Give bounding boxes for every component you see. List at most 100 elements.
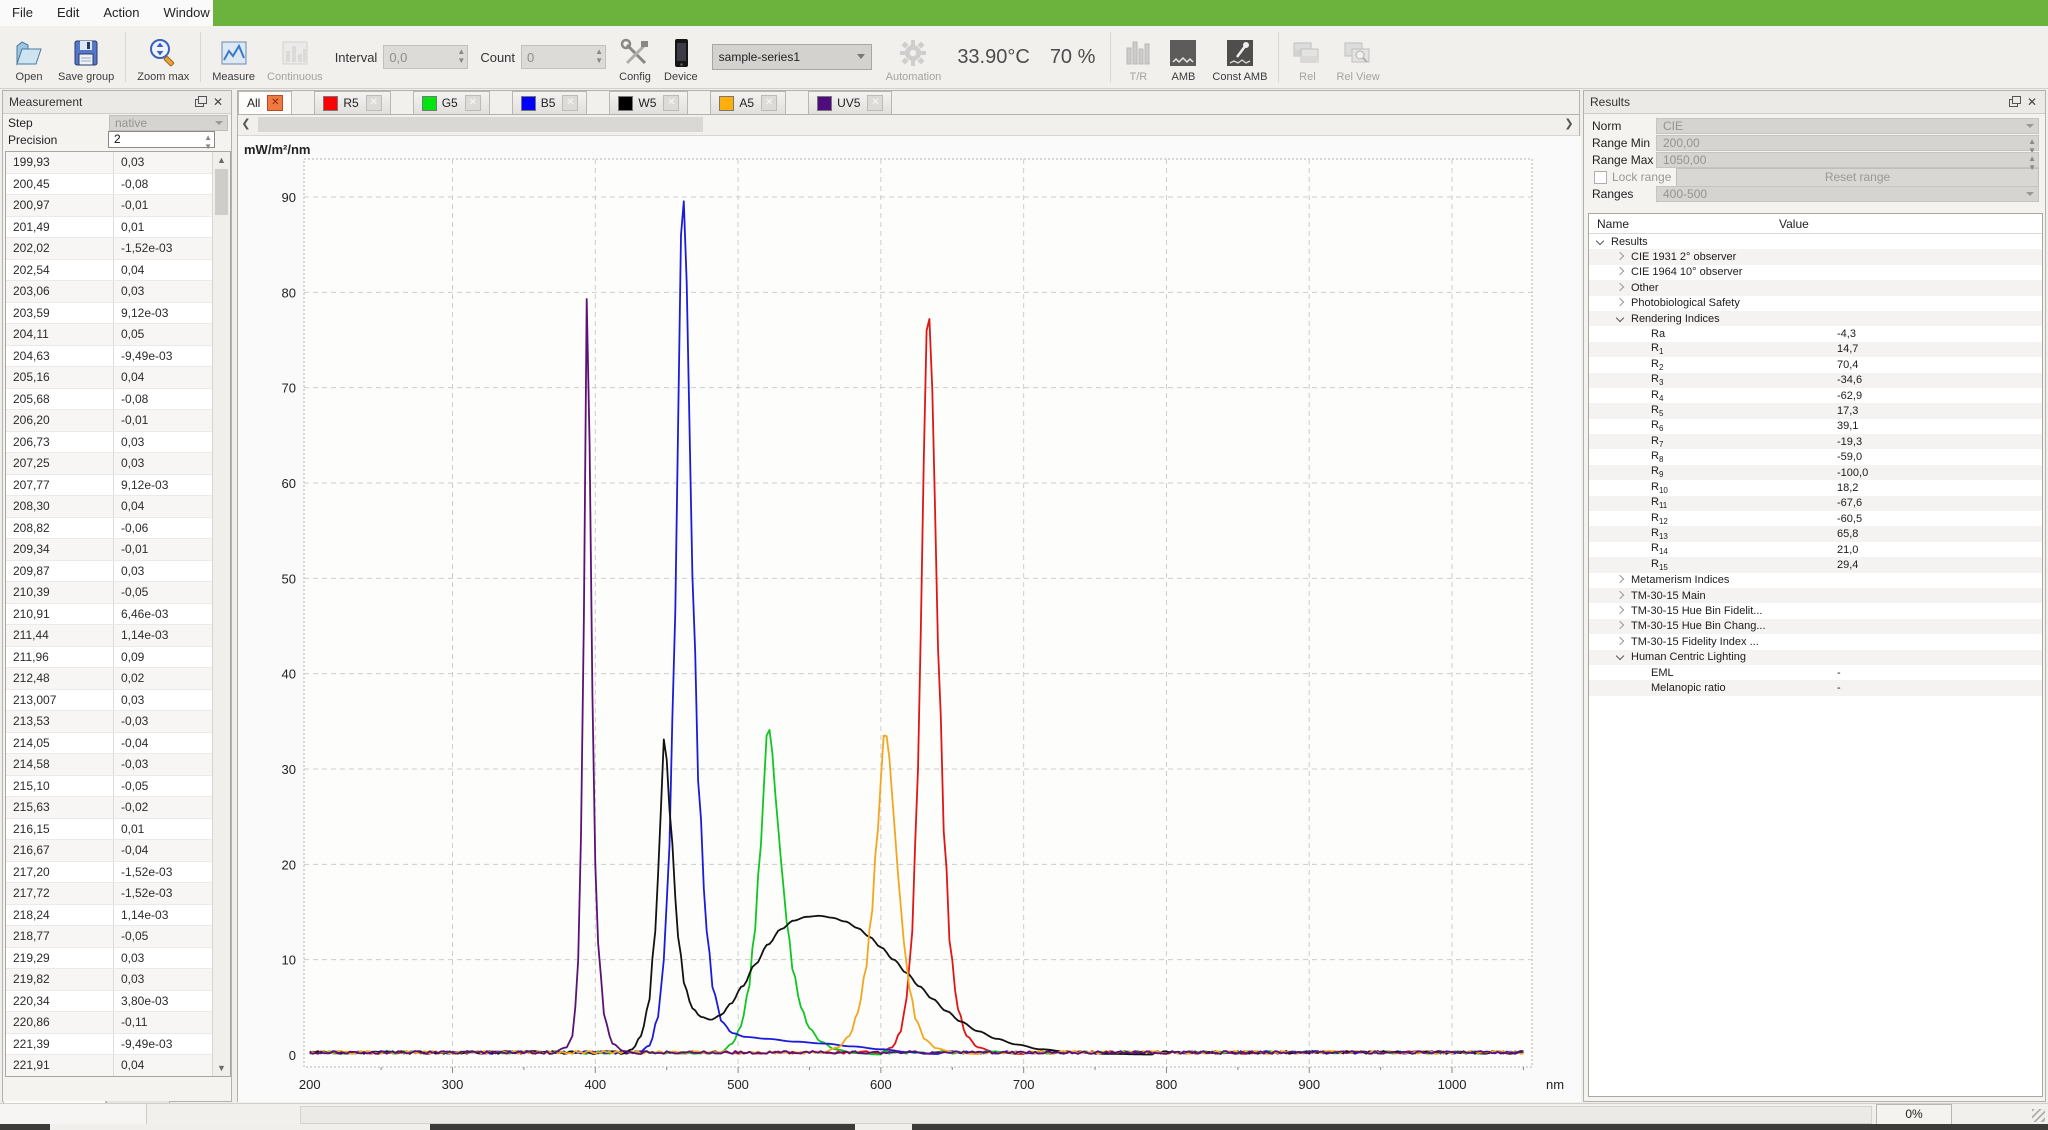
table-row[interactable]: 204,110,05 (6, 324, 230, 346)
table-row[interactable]: 209,870,03 (6, 561, 230, 583)
spinner-arrows-icon[interactable]: ▲▼ (2028, 154, 2036, 172)
tree-group-row[interactable]: CIE 1931 2° observer (1589, 249, 2042, 264)
menu-item-window[interactable]: Window (152, 0, 222, 20)
chevron-right-icon[interactable] (1615, 267, 1625, 277)
range-min-input[interactable]: 200,00▲▼ (1656, 135, 2039, 151)
close-icon[interactable]: ✕ (562, 95, 578, 111)
tree-leaf-row[interactable]: R3-34,6 (1589, 373, 2042, 388)
tree-leaf-row[interactable]: R8-59,0 (1589, 449, 2042, 464)
table-row[interactable]: 202,02-1,52e-03 (6, 238, 230, 260)
series-tab-g5[interactable]: G5✕ (413, 91, 490, 114)
close-icon[interactable]: ✕ (465, 95, 481, 111)
tree-leaf-row[interactable]: Ra-4,3 (1589, 326, 2042, 341)
tree-leaf-row[interactable]: R12-60,5 (1589, 511, 2042, 526)
tree-leaf-row[interactable]: R114,7 (1589, 342, 2042, 357)
table-row[interactable]: 211,441,14e-03 (6, 625, 230, 647)
spectrum-chart[interactable]: mW/m²/nm01020304050607080902003004005006… (238, 136, 1581, 1102)
close-icon[interactable]: ✕ (267, 95, 283, 111)
close-icon[interactable]: ✕ (366, 95, 382, 111)
tree-group-row[interactable]: TM-30-15 Hue Bin Chang... (1589, 619, 2042, 634)
tabstrip-scroll-thumb[interactable] (258, 117, 703, 132)
table-row[interactable]: 220,343,80e-03 (6, 991, 230, 1013)
tree-leaf-row[interactable]: R7-19,3 (1589, 434, 2042, 449)
table-row[interactable]: 206,20-0,01 (6, 410, 230, 432)
table-row[interactable]: 221,910,04 (6, 1055, 230, 1077)
measurement-scrollbar[interactable]: ▲ ▼ (212, 152, 230, 1076)
spinner-arrows-icon[interactable]: ▲▼ (457, 47, 465, 65)
table-row[interactable]: 214,05-0,04 (6, 733, 230, 755)
tree-leaf-row[interactable]: R517,3 (1589, 403, 2042, 418)
scroll-down-icon[interactable]: ▼ (213, 1060, 230, 1076)
tree-leaf-row[interactable]: Melanopic ratio- (1589, 680, 2042, 695)
table-row[interactable]: 221,39-9,49e-03 (6, 1034, 230, 1056)
tree-leaf-row[interactable]: R9-100,0 (1589, 465, 2042, 480)
const-amb-button[interactable]: Const AMB (1206, 29, 1273, 85)
table-row[interactable]: 220,86-0,11 (6, 1012, 230, 1034)
table-row[interactable]: 199,930,03 (6, 152, 230, 174)
scroll-left-icon[interactable]: ❮ (238, 115, 254, 134)
table-row[interactable]: 215,63-0,02 (6, 797, 230, 819)
table-row[interactable]: 208,82-0,06 (6, 518, 230, 540)
table-row[interactable]: 206,730,03 (6, 432, 230, 454)
close-icon[interactable]: ✕ (663, 95, 679, 111)
close-panel-icon[interactable]: ✕ (2025, 95, 2039, 109)
series-tab-w5[interactable]: W5✕ (609, 91, 688, 114)
tree-group-row[interactable]: CIE 1964 10° observer (1589, 265, 2042, 280)
count-input[interactable]: 0▲▼ (521, 45, 606, 69)
table-row[interactable]: 200,45-0,08 (6, 174, 230, 196)
float-panel-icon[interactable] (2007, 95, 2021, 109)
tree-group-row[interactable]: Human Centric Lighting (1589, 650, 2042, 665)
interval-input[interactable]: 0,0▲▼ (383, 45, 468, 69)
chevron-right-icon[interactable] (1615, 575, 1625, 585)
scrollbar-thumb[interactable] (215, 169, 228, 215)
table-row[interactable]: 217,20-1,52e-03 (6, 862, 230, 884)
save-group-button[interactable]: Save group (52, 29, 120, 85)
chevron-right-icon[interactable] (1615, 606, 1625, 616)
table-row[interactable]: 204,63-9,49e-03 (6, 346, 230, 368)
chevron-right-icon[interactable] (1615, 621, 1625, 631)
table-row[interactable]: 205,68-0,08 (6, 389, 230, 411)
table-row[interactable]: 210,39-0,05 (6, 582, 230, 604)
tree-group-row[interactable]: Metamerism Indices (1589, 573, 2042, 588)
table-row[interactable]: 205,160,04 (6, 367, 230, 389)
chevron-down-icon[interactable] (1615, 652, 1625, 662)
tree-group-row[interactable]: Photobiological Safety (1589, 296, 2042, 311)
tree-group-row[interactable]: TM-30-15 Fidelity Index ... (1589, 634, 2042, 649)
table-row[interactable]: 203,060,03 (6, 281, 230, 303)
range-max-input[interactable]: 1050,00▲▼ (1656, 152, 2039, 168)
series-tab-a5[interactable]: A5✕ (710, 91, 786, 114)
close-icon[interactable]: ✕ (761, 95, 777, 111)
table-row[interactable]: 216,150,01 (6, 819, 230, 841)
table-row[interactable]: 218,77-0,05 (6, 926, 230, 948)
amb-button[interactable]: AMB (1160, 29, 1206, 85)
lock-range-checkbox[interactable] (1594, 171, 1607, 184)
table-row[interactable]: 203,599,12e-03 (6, 303, 230, 325)
table-row[interactable]: 214,58-0,03 (6, 754, 230, 776)
series-tab-uv5[interactable]: UV5✕ (808, 91, 892, 114)
chevron-down-icon[interactable] (1595, 237, 1605, 247)
open-button[interactable]: Open (6, 29, 52, 85)
tree-leaf-row[interactable]: R1365,8 (1589, 526, 2042, 541)
chevron-down-icon[interactable] (1615, 314, 1625, 324)
table-row[interactable]: 212,480,02 (6, 668, 230, 690)
table-row[interactable]: 208,300,04 (6, 496, 230, 518)
tree-group-row[interactable]: Other (1589, 280, 2042, 295)
chevron-right-icon[interactable] (1615, 298, 1625, 308)
series-tab-r5[interactable]: R5✕ (314, 91, 390, 114)
series-combo[interactable]: sample-series1 (712, 44, 872, 70)
series-tab-all[interactable]: All✕ (238, 91, 292, 114)
device-button[interactable]: Device (658, 29, 704, 85)
tree-leaf-row[interactable]: R1018,2 (1589, 480, 2042, 495)
measure-button[interactable]: Measure (206, 29, 261, 85)
tree-leaf-row[interactable]: R1529,4 (1589, 557, 2042, 572)
chevron-right-icon[interactable] (1615, 252, 1625, 262)
zoom-max-button[interactable]: Zoom max (131, 29, 195, 85)
chevron-right-icon[interactable] (1615, 591, 1625, 601)
table-row[interactable]: 210,916,46e-03 (6, 604, 230, 626)
table-row[interactable]: 202,540,04 (6, 260, 230, 282)
table-row[interactable]: 209,34-0,01 (6, 539, 230, 561)
table-row[interactable]: 207,779,12e-03 (6, 475, 230, 497)
table-row[interactable]: 215,10-0,05 (6, 776, 230, 798)
step-select[interactable]: native (109, 115, 228, 131)
series-tab-b5[interactable]: B5✕ (512, 91, 588, 114)
